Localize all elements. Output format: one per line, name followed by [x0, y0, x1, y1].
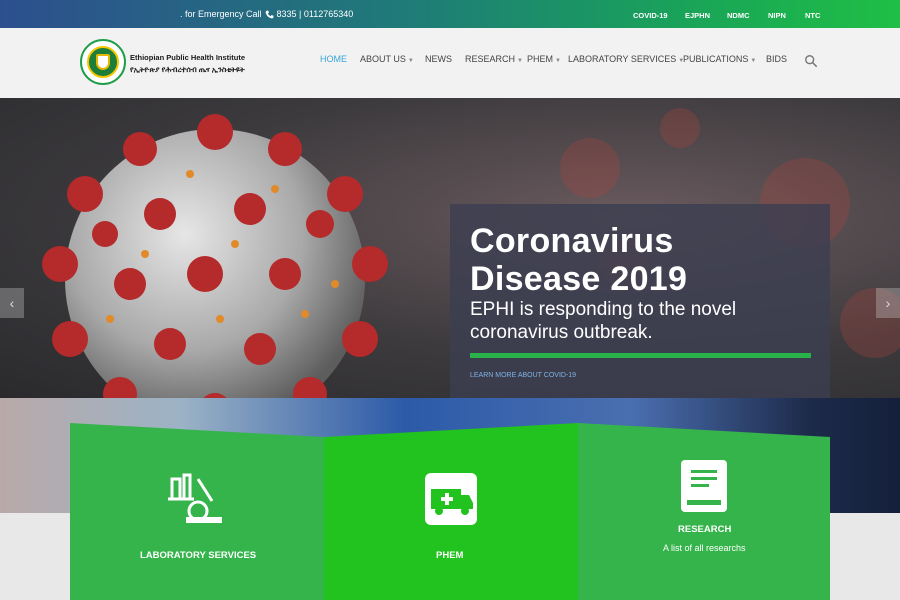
nav-home-label: HOME	[320, 54, 347, 64]
coronavirus-illustration	[42, 114, 388, 398]
ambulance-icon	[425, 473, 477, 530]
hero-subtitle-line2: coronavirus outbreak.	[470, 322, 653, 343]
card-phem[interactable]: PHEM	[324, 423, 578, 600]
learn-more-covid19-link[interactable]: LEARN MORE ABOUT COVID-19	[470, 372, 576, 379]
emergency-numbers: 8335 | 0112765340	[276, 9, 354, 19]
nav-about-us-label: ABOUT US	[360, 54, 406, 64]
chevron-down-icon: ▼	[555, 58, 561, 64]
nav-bids[interactable]: BIDS	[766, 54, 787, 64]
card-research[interactable]: RESEARCH A list of all researchs	[578, 423, 830, 600]
shield-icon	[96, 54, 110, 70]
hero-title-line1: Coronavirus	[470, 222, 674, 260]
emergency-label: . for Emergency Call	[180, 9, 262, 19]
nav-laboratory-services-label: LABORATORY SERVICES	[568, 54, 677, 64]
chevron-down-icon: ▼	[750, 58, 757, 64]
slider-prev-button[interactable]: ‹	[0, 288, 24, 318]
card-laboratory-services[interactable]: LABORATORY SERVICES	[70, 423, 324, 600]
chevron-down-icon: ▼	[407, 58, 414, 64]
nav-news[interactable]: NEWS	[425, 54, 452, 64]
nav-publications-label: PUBLICATIONS	[683, 54, 749, 64]
top-bar: . for Emergency Call 8335 | 0112765340 C…	[0, 0, 900, 28]
hero-divider	[470, 353, 811, 358]
card-phem-title: PHEM	[436, 550, 464, 561]
nav-phem[interactable]: PHEM ▼	[527, 54, 561, 64]
nav-bids-label: BIDS	[766, 54, 788, 64]
book-icon	[681, 460, 727, 517]
quick-link-nipn[interactable]: NIPN	[768, 11, 786, 20]
microscope-icon	[168, 473, 224, 532]
nav-phem-label: PHEM	[527, 54, 554, 64]
nav-publications[interactable]: PUBLICATIONS ▼	[683, 54, 756, 64]
nav-research-label: RESEARCH	[465, 54, 516, 64]
logo-emblem[interactable]	[80, 39, 126, 85]
card-laboratory-services-title: LABORATORY SERVICES	[140, 550, 257, 561]
emergency-contact: . for Emergency Call 8335 | 0112765340	[180, 9, 353, 19]
search-icon[interactable]	[804, 54, 818, 68]
chevron-down-icon: ▼	[517, 58, 523, 64]
nav-research[interactable]: RESEARCH ▼	[465, 54, 523, 64]
nav-about-us[interactable]: ABOUT US ▼	[360, 54, 414, 64]
quick-link-ejphn[interactable]: EJPHN	[685, 11, 710, 20]
slider-next-button[interactable]: ›	[876, 288, 900, 318]
phone-icon	[265, 10, 274, 19]
card-research-subtitle: A list of all researchs	[663, 543, 746, 553]
bokeh-light	[560, 138, 620, 198]
hero-subtitle-line1: EPHI is responding to the novel	[470, 299, 737, 320]
card-research-title: RESEARCH	[678, 524, 732, 535]
emblem-inner	[87, 46, 119, 78]
quick-link-ntc[interactable]: NTC	[805, 11, 820, 20]
quick-link-ndmc[interactable]: NDMC	[727, 11, 750, 20]
bokeh-light	[660, 108, 700, 148]
hero-title-line2: Disease 2019	[470, 260, 688, 298]
nav-home[interactable]: HOME	[320, 54, 347, 64]
quick-link-covid19[interactable]: COVID-19	[633, 11, 668, 20]
logo-name-english[interactable]: Ethiopian Public Health Institute	[130, 53, 245, 62]
nav-laboratory-services[interactable]: LABORATORY SERVICES ▼	[568, 54, 684, 64]
logo-name-amharic[interactable]: የኢትዮጵያ የሕብረተሰብ ጤና ኢንስቲትዩት	[130, 65, 245, 75]
nav-news-label: NEWS	[425, 54, 452, 64]
